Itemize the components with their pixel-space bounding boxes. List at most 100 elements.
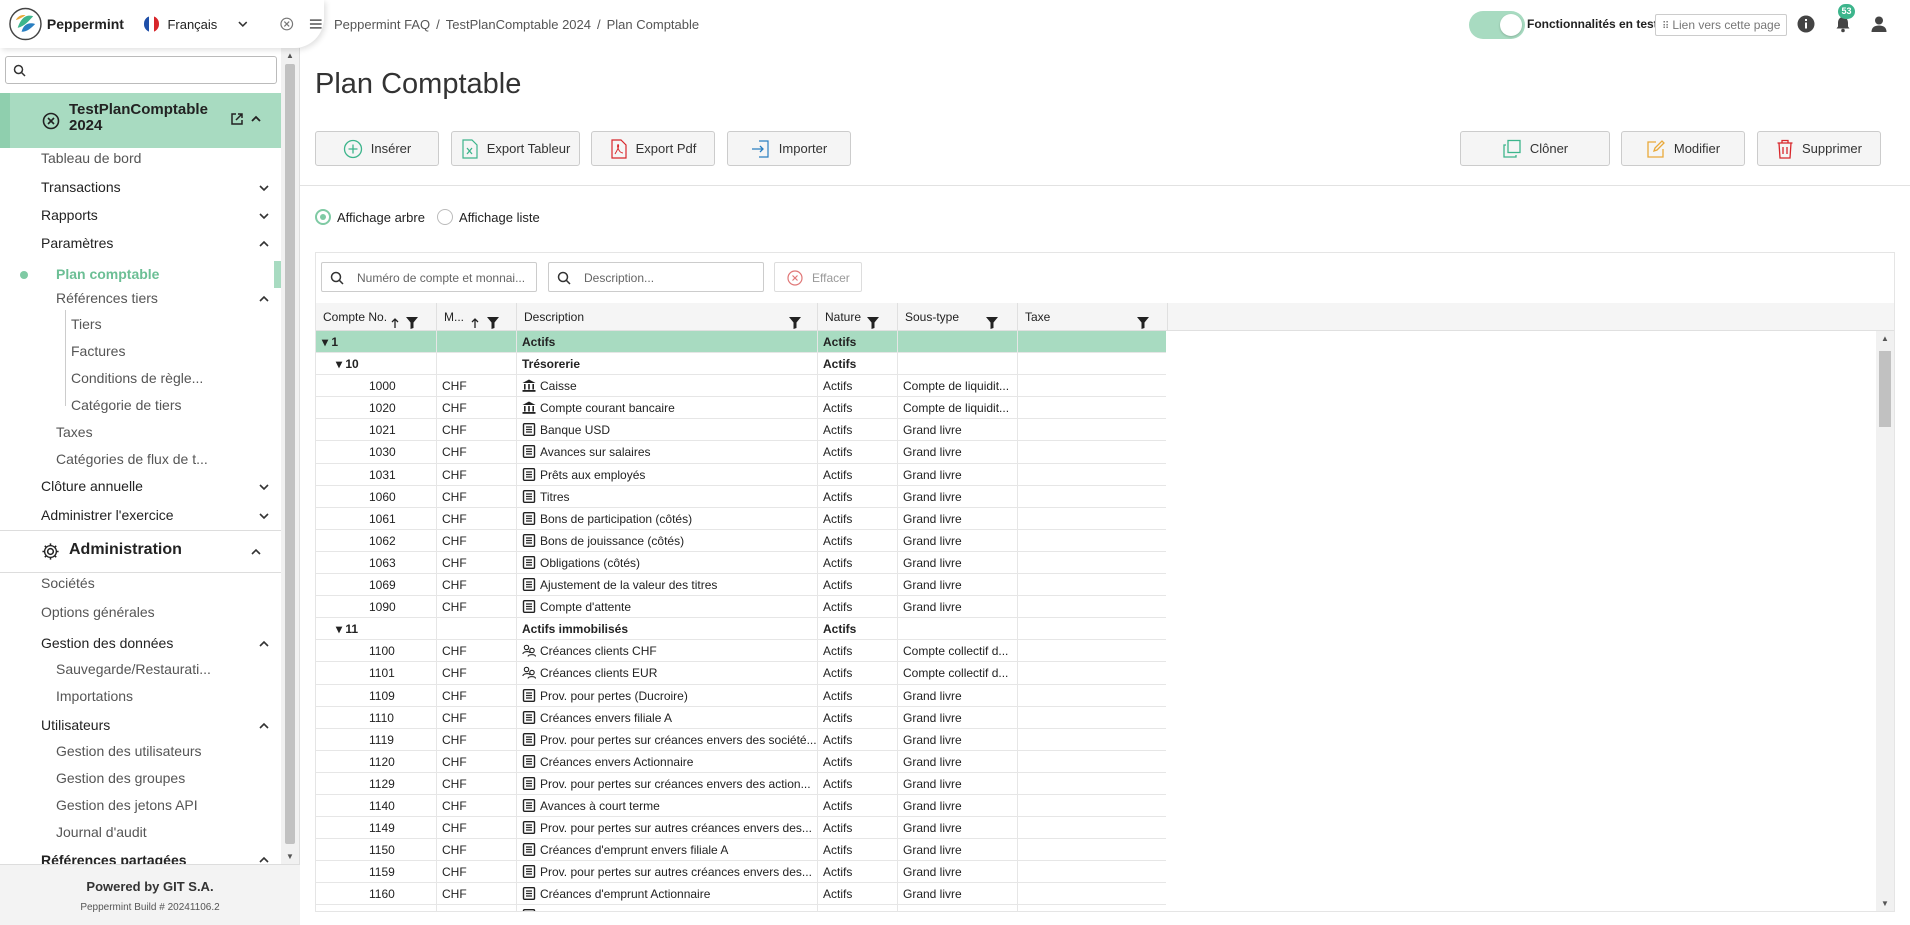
sidebar-item-options[interactable]: Options générales bbox=[41, 604, 155, 620]
sidebar-item-conditions[interactable]: Conditions de règle... bbox=[71, 370, 203, 386]
table-row[interactable]: 1160 CHF Créances d'emprunt Actionnaire Act… bbox=[316, 883, 1166, 906]
chevron-up-icon[interactable] bbox=[258, 854, 270, 864]
sidebar-item-societes[interactable]: Sociétés bbox=[41, 575, 95, 591]
sidebar-item-sauvegarde[interactable]: Sauvegarde/Restaurati... bbox=[56, 661, 211, 677]
chevron-up-icon[interactable] bbox=[250, 113, 262, 125]
table-row[interactable]: 1020 CHF Compte courant bancaire Actifs Comp… bbox=[316, 397, 1166, 420]
delete-button[interactable]: Supprimer bbox=[1757, 131, 1881, 166]
chevron-up-icon[interactable] bbox=[258, 638, 270, 650]
table-row[interactable]: 1109 CHF Prov. pour pertes (Ducroire) Actif… bbox=[316, 684, 1166, 707]
tree-view-label[interactable]: Affichage arbre bbox=[337, 210, 425, 225]
chevron-down-icon[interactable] bbox=[237, 18, 249, 30]
table-row[interactable]: 1062 CHF Bons de jouissance (côtés) Actifs G… bbox=[316, 529, 1166, 552]
sidebar-item-jetons[interactable]: Gestion des jetons API bbox=[56, 797, 198, 813]
column-header-nature[interactable]: Nature bbox=[818, 303, 898, 331]
table-row[interactable]: 1159 CHF Prov. pour pertes sur autres créa… bbox=[316, 861, 1166, 884]
table-row[interactable]: 1030 CHF Avances sur salaires Actifs Grand l… bbox=[316, 441, 1166, 464]
sidebar-section-administration[interactable]: Administration bbox=[69, 541, 182, 559]
table-row[interactable]: 1000 CHF Caisse Actifs Compte de liquidit... bbox=[316, 375, 1166, 398]
insert-button[interactable]: Insérer bbox=[315, 131, 439, 166]
table-row[interactable]: 1140 CHF Avances à court terme Actifs Grand … bbox=[316, 794, 1166, 818]
sidebar-item-gestion-donnees[interactable]: Gestion des données bbox=[41, 635, 173, 651]
table-row[interactable]: 1063 CHF Obligations (côtés) Actifs Grand li… bbox=[316, 551, 1166, 575]
table-row[interactable]: 1090 CHF Compte d'attente Actifs Grand livre bbox=[316, 596, 1166, 619]
sidebar-item-tableau[interactable]: Tableau de bord bbox=[41, 150, 141, 166]
sidebar-item-flux[interactable]: Catégories de flux de t... bbox=[56, 451, 208, 467]
table-row[interactable]: 1150 CHF Créances d'emprunt envers filiale… bbox=[316, 839, 1166, 862]
scroll-down-arrow-icon[interactable]: ▼ bbox=[1881, 899, 1889, 908]
sidebar-item-administrer[interactable]: Administrer l'exercice bbox=[41, 507, 174, 523]
table-row[interactable]: 1060 CHF Titres Actifs Grand livre bbox=[316, 485, 1166, 508]
sidebar-item-factures[interactable]: Factures bbox=[71, 343, 125, 359]
account-filter-input[interactable]: Numéro de compte et monnai... bbox=[321, 262, 537, 292]
sidebar-item-categorie-tiers[interactable]: Catégorie de tiers bbox=[71, 397, 182, 413]
scroll-up-arrow-icon[interactable]: ▲ bbox=[1881, 334, 1889, 343]
sidebar-item-references-tiers[interactable]: Références tiers bbox=[56, 290, 158, 306]
table-group-row[interactable]: ▾ 1 Actifs Actifs bbox=[316, 331, 1166, 354]
chevron-down-icon[interactable] bbox=[258, 210, 270, 222]
peppermint-logo[interactable] bbox=[8, 6, 43, 42]
table-row[interactable]: 1021 CHF Banque USD Actifs Grand livre bbox=[316, 419, 1166, 442]
table-row[interactable]: 1119 CHF Prov. pour pertes sur créances en… bbox=[316, 728, 1166, 751]
scrollbar-thumb[interactable] bbox=[1879, 351, 1891, 427]
export-pdf-button[interactable]: Export Pdf bbox=[591, 131, 715, 166]
expand-caret-icon[interactable]: ▾ bbox=[322, 335, 331, 349]
breadcrumb-item[interactable]: TestPlanComptable 2024 bbox=[446, 17, 591, 32]
scroll-down-arrow-icon[interactable]: ▼ bbox=[286, 852, 294, 861]
expand-caret-icon[interactable]: ▾ bbox=[336, 622, 345, 636]
tree-view-radio[interactable] bbox=[315, 209, 331, 225]
table-row[interactable]: 1149 CHF Prov. pour pertes sur autres créa… bbox=[316, 817, 1166, 840]
sidebar-item-plan-comptable[interactable]: Plan comptable bbox=[0, 261, 282, 288]
page-link-button[interactable]: ⠿ Lien vers cette page bbox=[1655, 14, 1788, 36]
table-group-row[interactable]: ▾ 11 Actifs immobilisés Actifs bbox=[316, 618, 1166, 641]
chevron-up-icon[interactable] bbox=[250, 546, 262, 558]
table-row[interactable]: 1110 CHF Créances envers filiale A Actifs Gr… bbox=[316, 706, 1166, 729]
table-row[interactable]: 1101 CHF Créances clients EUR Actifs Compte … bbox=[316, 662, 1166, 685]
table-group-row[interactable]: ▾ 10 Trésorerie Actifs bbox=[316, 353, 1166, 376]
column-header-subtype[interactable]: Sous-type bbox=[898, 303, 1018, 331]
info-icon[interactable] bbox=[1797, 15, 1815, 33]
sidebar-item-transactions[interactable]: Transactions bbox=[41, 179, 121, 195]
sidebar-item-parametres[interactable]: Paramètres bbox=[41, 235, 113, 251]
close-circle-icon[interactable] bbox=[42, 112, 60, 130]
table-row[interactable]: 1100 CHF Créances clients CHF Actifs Compte … bbox=[316, 640, 1166, 663]
column-header-description[interactable]: Description bbox=[517, 303, 818, 331]
list-view-label[interactable]: Affichage liste bbox=[459, 210, 540, 225]
scrollbar-thumb[interactable] bbox=[285, 64, 295, 844]
sidebar-item-utilisateurs[interactable]: Utilisateurs bbox=[41, 717, 110, 733]
chevron-up-icon[interactable] bbox=[258, 720, 270, 732]
edit-button[interactable]: Modifier bbox=[1621, 131, 1745, 166]
chevron-up-icon[interactable] bbox=[258, 293, 270, 305]
clear-filters-button[interactable]: Effacer bbox=[774, 262, 862, 292]
external-link-icon[interactable] bbox=[230, 112, 244, 126]
table-row[interactable]: 1031 CHF Prêts aux employés Actifs Grand liv… bbox=[316, 463, 1166, 486]
export-spreadsheet-button[interactable]: Export Tableur bbox=[451, 131, 580, 166]
column-header-account-no[interactable]: Compte No. bbox=[316, 303, 437, 331]
chevron-up-icon[interactable] bbox=[258, 238, 270, 250]
chevron-down-icon[interactable] bbox=[258, 510, 270, 522]
sidebar-search-input[interactable] bbox=[32, 61, 272, 78]
close-circle-icon[interactable] bbox=[279, 16, 295, 32]
test-features-toggle[interactable] bbox=[1469, 11, 1525, 39]
table-row[interactable]: 1061 CHF Bons de participation (côtés) Acti… bbox=[316, 507, 1166, 530]
table-scrollbar[interactable]: ▲ ▼ bbox=[1876, 331, 1894, 911]
clone-button[interactable]: Clôner bbox=[1460, 131, 1610, 166]
expand-caret-icon[interactable]: ▾ bbox=[336, 357, 345, 371]
breadcrumb-item[interactable]: Peppermint FAQ bbox=[334, 17, 430, 32]
table-row[interactable]: 1069 CHF Ajustement de la valeur des titre… bbox=[316, 574, 1166, 597]
sidebar-search[interactable] bbox=[5, 56, 277, 84]
column-header-tax[interactable]: Taxe bbox=[1018, 303, 1168, 331]
sidebar-item-journal[interactable]: Journal d'audit bbox=[56, 824, 147, 840]
sidebar-section-header[interactable]: TestPlanComptable 2024 bbox=[0, 93, 282, 148]
sidebar-item-gestion-utilisateurs[interactable]: Gestion des utilisateurs bbox=[56, 743, 202, 759]
table-row[interactable]: 1120 CHF Créances envers Actionnaire Actifs… bbox=[316, 750, 1166, 773]
sidebar-scrollbar[interactable]: ▲ ▼ bbox=[281, 48, 299, 864]
column-header-currency[interactable]: M... bbox=[437, 303, 517, 331]
sidebar-item-references-partagees[interactable]: Références partagées bbox=[41, 852, 187, 864]
table-row[interactable]: 1129 CHF Prov. pour pertes sur créances en… bbox=[316, 772, 1166, 795]
sidebar-item-importations[interactable]: Importations bbox=[56, 688, 133, 704]
sidebar-item-rapports[interactable]: Rapports bbox=[41, 207, 98, 223]
list-view-radio[interactable] bbox=[437, 209, 453, 225]
chevron-down-icon[interactable] bbox=[258, 182, 270, 194]
user-icon[interactable] bbox=[1870, 15, 1888, 33]
